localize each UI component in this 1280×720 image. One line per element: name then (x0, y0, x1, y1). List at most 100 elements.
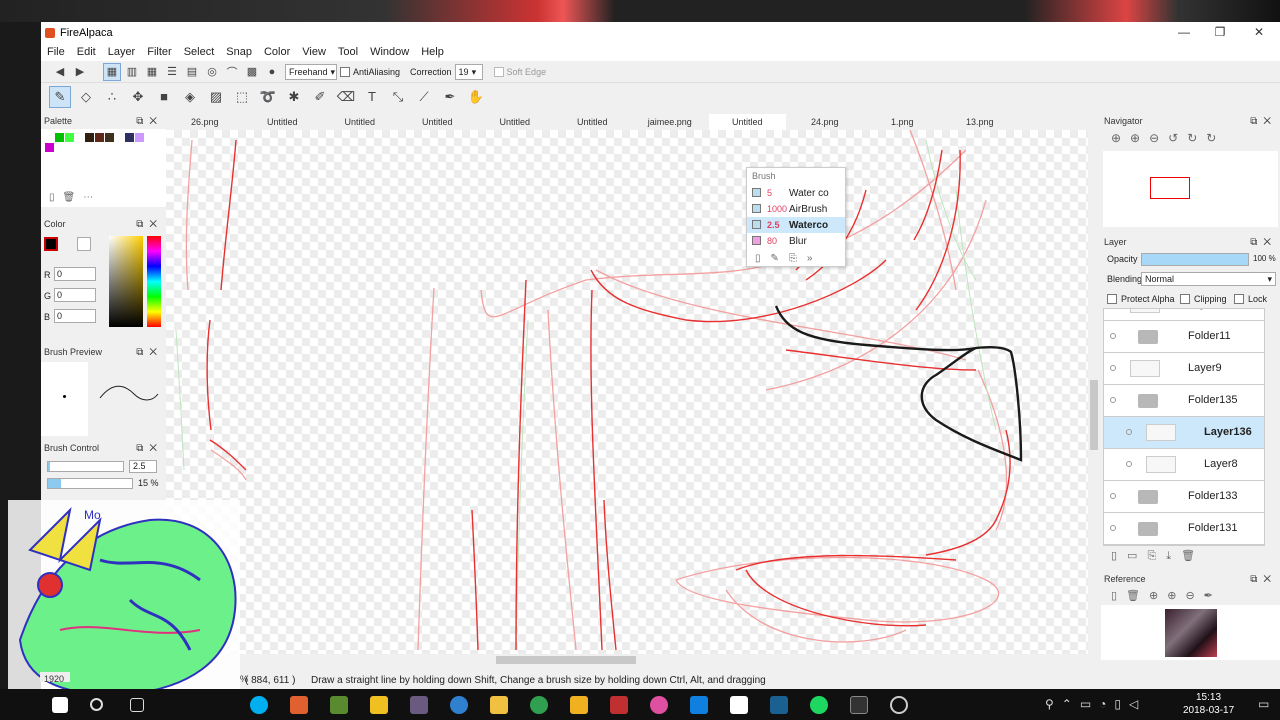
palette-swatch[interactable] (115, 133, 124, 142)
layer-row[interactable]: Folder11 (1104, 321, 1264, 353)
brush-list-item[interactable]: 5 Water co (747, 185, 845, 201)
palette-swatch[interactable] (95, 133, 104, 142)
visibility-icon[interactable] (1110, 397, 1116, 403)
tab-untitled-2[interactable]: Untitled (321, 114, 399, 130)
prev-icon[interactable]: ◀ (51, 63, 69, 81)
snap-parallel-icon[interactable]: ▥ (123, 63, 141, 81)
menu-window[interactable]: Window (364, 46, 415, 58)
panel-controls-icon[interactable]: ⧉✕ (1250, 572, 1277, 587)
brush-size-input[interactable]: 2.5 (129, 460, 157, 473)
soft-edge-checkbox[interactable] (493, 66, 504, 77)
primary-color-swatch[interactable] (44, 237, 58, 251)
blending-select[interactable]: Normal ▾ (1141, 272, 1276, 286)
menu-view[interactable]: View (296, 46, 332, 58)
layer-row[interactable]: Layer136 (1104, 417, 1264, 449)
obs-icon[interactable] (890, 696, 908, 714)
visibility-icon[interactable] (1110, 525, 1116, 531)
bucket-tool-icon[interactable]: ◈ (179, 86, 201, 108)
fill-rect-tool-icon[interactable]: ■ (153, 86, 175, 108)
vertical-scrollbar[interactable] (1088, 130, 1100, 654)
dot-icon[interactable]: ● (263, 63, 281, 81)
mail-icon[interactable] (730, 696, 748, 714)
move-tool-icon[interactable]: ✥ (127, 86, 149, 108)
minimize-button[interactable]: — (1166, 22, 1202, 43)
panel-controls-icon[interactable]: ⧉✕ (136, 114, 163, 129)
search-icon[interactable] (90, 698, 103, 711)
menu-help[interactable]: Help (415, 46, 450, 58)
tab-untitled-5[interactable]: Untitled (554, 114, 632, 130)
panel-controls-icon[interactable]: ⧉✕ (136, 217, 163, 232)
edge-icon[interactable] (690, 696, 708, 714)
layer-row[interactable]: Folder131 (1104, 513, 1264, 545)
brush-mode-select[interactable]: Freehand ▾ (285, 63, 337, 80)
dropper-tool-icon[interactable]: ⟋ (413, 86, 435, 108)
tab-jaimee-png[interactable]: jaimee.png (631, 114, 709, 130)
menu-file[interactable]: File (41, 46, 71, 58)
menu-edit[interactable]: Edit (71, 46, 102, 58)
app-icon-pink[interactable] (650, 696, 668, 714)
tab-untitled-3[interactable]: Untitled (399, 114, 477, 130)
notification-icon[interactable]: ▭ (1258, 697, 1269, 711)
task-view-icon[interactable] (130, 698, 144, 712)
tab-13-png[interactable]: 13.png (941, 114, 1019, 130)
minecraft-icon[interactable] (330, 696, 348, 714)
snap-circle-icon[interactable]: ◎ (203, 63, 221, 81)
layer-row[interactable]: Layer13 (1104, 309, 1264, 321)
steam-icon[interactable] (770, 696, 788, 714)
brush-list-item[interactable]: 80 Blur (747, 233, 845, 249)
dot-tool-icon[interactable]: ∴ (101, 86, 123, 108)
menu-tool[interactable]: Tool (332, 46, 364, 58)
brush-list-item[interactable]: 1000 AirBrush (747, 201, 845, 217)
horizontal-scroll-thumb[interactable] (496, 656, 636, 664)
tab-untitled-1[interactable]: Untitled (244, 114, 322, 130)
menu-snap[interactable]: Snap (220, 46, 258, 58)
antialiasing-checkbox[interactable] (340, 66, 350, 77)
secondary-color-swatch[interactable] (77, 237, 91, 251)
layer-tools-icon[interactable]: ▯▭⎘⤓🗑 (1101, 546, 1280, 566)
select-pen-tool-icon[interactable]: ✐ (309, 86, 331, 108)
snap-lines-icon[interactable]: ☰ (163, 63, 181, 81)
snap-3d-icon[interactable]: ▩ (243, 63, 261, 81)
reference-thumbnail[interactable] (1165, 609, 1217, 657)
navigator-preview[interactable] (1103, 151, 1278, 227)
menu-color[interactable]: Color (258, 46, 296, 58)
menu-filter[interactable]: Filter (141, 46, 177, 58)
store-icon[interactable] (570, 696, 588, 714)
tab-1-png[interactable]: 1.png (864, 114, 942, 130)
palette-swatch[interactable] (125, 133, 134, 142)
firealpaca-icon[interactable] (290, 696, 308, 714)
lasso-tool-icon[interactable]: ➰ (257, 86, 279, 108)
r-input[interactable]: 0 (54, 267, 96, 281)
menu-select[interactable]: Select (178, 46, 221, 58)
select-tool-icon[interactable]: ⬚ (231, 86, 253, 108)
tab-untitled-4[interactable]: Untitled (476, 114, 554, 130)
palette-swatch[interactable] (55, 133, 64, 142)
protect-alpha-checkbox[interactable] (1107, 294, 1117, 304)
maps-icon[interactable] (530, 696, 548, 714)
correction-select[interactable]: 19 ▾ (454, 63, 483, 80)
visibility-icon[interactable] (1126, 429, 1132, 435)
maximize-button[interactable]: ❐ (1202, 22, 1238, 43)
palette-swatch[interactable] (135, 133, 144, 142)
visibility-icon[interactable] (1126, 461, 1132, 467)
brush-size-slider[interactable] (47, 461, 124, 472)
palette-swatch[interactable] (45, 143, 54, 152)
tab-26-png[interactable]: 26.png (166, 114, 244, 130)
color-field[interactable] (109, 236, 143, 327)
layer-opacity-slider[interactable] (1141, 253, 1249, 266)
text-tool-icon[interactable]: T (361, 86, 383, 108)
skype-icon[interactable] (250, 696, 268, 714)
next-icon[interactable]: ▶ (71, 63, 89, 81)
eraser-tool-icon[interactable]: ◇ (75, 86, 97, 108)
app-icon-red[interactable] (610, 696, 628, 714)
panel-controls-icon[interactable]: ⧉✕ (136, 441, 163, 456)
hue-slider[interactable] (147, 236, 161, 327)
brush-list-item[interactable]: 2.5 Waterco (747, 217, 845, 233)
palette-swatch[interactable] (65, 133, 74, 142)
brush-tool-icon[interactable]: ✎ (49, 85, 71, 108)
clipping-checkbox[interactable] (1180, 294, 1190, 304)
hand-tool-icon[interactable]: ✋ (465, 86, 487, 108)
palette-swatch[interactable] (75, 133, 84, 142)
app-icon-purple[interactable] (410, 696, 428, 714)
vertical-scroll-thumb[interactable] (1090, 380, 1098, 450)
